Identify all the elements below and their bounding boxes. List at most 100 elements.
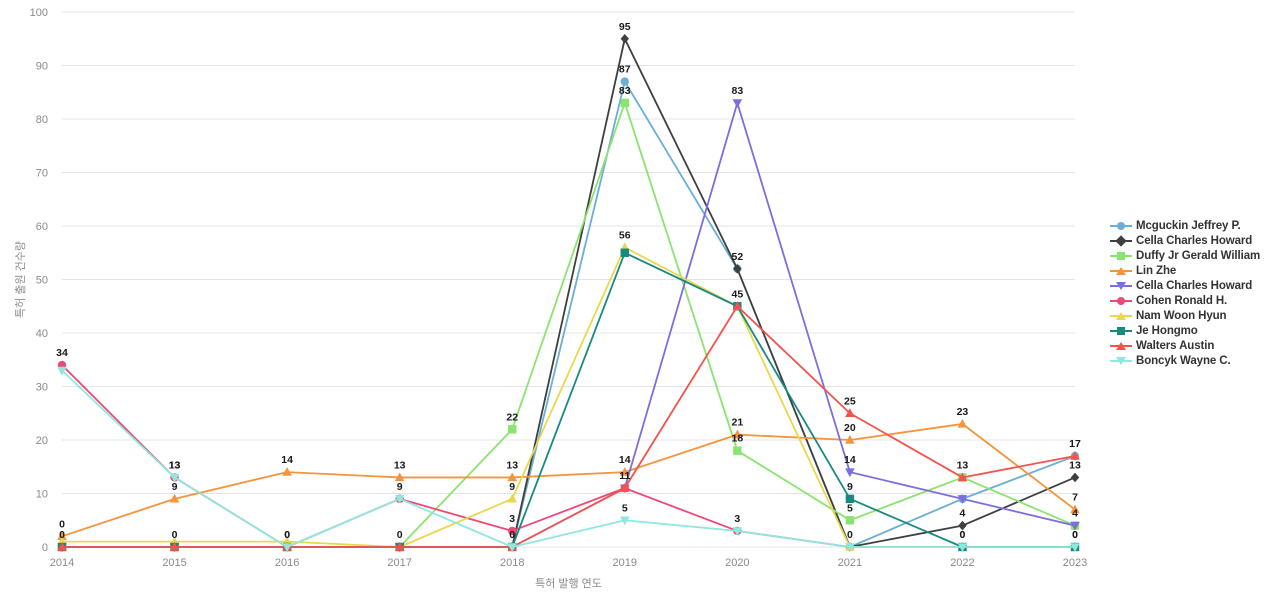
data-point-marker xyxy=(620,98,629,108)
series-line xyxy=(61,102,1076,548)
legend-swatch-icon xyxy=(1110,263,1132,278)
y-tick-label: 30 xyxy=(36,382,48,394)
data-point-label: 45 xyxy=(731,288,743,300)
chart-legend: Mcguckin Jeffrey P. Cella Charles Howard D… xyxy=(1110,218,1278,368)
data-point-label: 34 xyxy=(56,347,68,359)
data-point-label: 20 xyxy=(844,422,856,434)
data-point-label: 18 xyxy=(731,433,743,445)
data-point-label: 21 xyxy=(731,417,743,429)
data-point-label: 13 xyxy=(506,459,518,471)
series-9 xyxy=(57,366,1080,552)
legend-item-label: Duffy Jr Gerald William xyxy=(1136,249,1261,262)
data-point-label: 9 xyxy=(847,481,853,493)
data-point-label: 14 xyxy=(281,454,293,466)
data-point-marker xyxy=(845,516,855,525)
data-point-label: 4 xyxy=(960,508,966,520)
data-point-marker xyxy=(1070,472,1080,483)
y-tick-label: 20 xyxy=(36,435,48,447)
legend-item-label: Cella Charles Howard xyxy=(1136,234,1253,247)
legend-swatch-icon xyxy=(1110,248,1132,263)
legend-swatch-icon xyxy=(1110,323,1132,338)
x-tick-label: 2022 xyxy=(950,557,974,569)
legend-item[interactable]: Boncyk Wayne C. xyxy=(1110,353,1278,368)
y-axis-title: 특허 출원 건수량 xyxy=(14,241,27,318)
data-point-label: 83 xyxy=(731,85,743,97)
data-point-label: 95 xyxy=(619,21,631,33)
data-point-label: 4 xyxy=(1072,508,1078,520)
data-point-label: 0 xyxy=(284,529,290,541)
data-point-label: 5 xyxy=(847,502,853,514)
y-tick-label: 60 xyxy=(36,221,48,233)
x-tick-label: 2014 xyxy=(50,557,74,569)
data-point-label: 0 xyxy=(847,529,853,541)
data-point-marker xyxy=(732,99,743,108)
legend-swatch-icon xyxy=(1110,278,1132,293)
legend-item[interactable]: Walters Austin xyxy=(1110,338,1278,353)
data-point-label: 13 xyxy=(957,459,969,471)
legend-item-label: Nam Woon Hyun xyxy=(1136,309,1227,322)
legend-swatch-icon xyxy=(1110,293,1132,308)
x-tick-label: 2019 xyxy=(613,557,637,569)
legend-item[interactable]: Duffy Jr Gerald William xyxy=(1110,248,1278,263)
legend-swatch-icon xyxy=(1110,338,1132,353)
series-line xyxy=(61,364,1076,548)
legend-item[interactable]: Cohen Ronald H. xyxy=(1110,293,1278,308)
legend-item-label: Je Hongmo xyxy=(1136,324,1198,337)
series-line xyxy=(61,369,1076,548)
series-line xyxy=(61,423,1076,538)
x-tick-label: 2018 xyxy=(500,557,524,569)
data-point-label: 17 xyxy=(1069,438,1081,450)
series-4 xyxy=(57,99,1080,552)
y-tick-label: 40 xyxy=(36,328,48,340)
y-tick-label: 10 xyxy=(36,489,48,501)
legend-item[interactable]: Cella Charles Howard xyxy=(1110,233,1278,248)
data-point-label: 14 xyxy=(844,454,856,466)
series-8 xyxy=(57,301,1080,551)
legend-item[interactable]: Lin Zhe xyxy=(1110,263,1278,278)
legend-item-label: Cohen Ronald H. xyxy=(1136,294,1228,307)
data-point-marker xyxy=(957,418,968,428)
x-tick-label: 2017 xyxy=(387,557,411,569)
data-point-label: 3 xyxy=(509,513,515,525)
x-tick-label: 2023 xyxy=(1063,557,1087,569)
data-point-label: 0 xyxy=(960,529,966,541)
data-point-label: 9 xyxy=(509,481,515,493)
series-line xyxy=(61,305,1076,548)
legend-item[interactable]: Nam Woon Hyun xyxy=(1110,308,1278,323)
data-point-label: 14 xyxy=(619,454,631,466)
x-axis-title: 특허 발행 연도 xyxy=(535,577,602,590)
y-tick-label: 50 xyxy=(36,275,48,287)
data-point-label: 0 xyxy=(59,529,65,541)
legend-swatch-icon xyxy=(1110,353,1132,368)
data-point-label: 0 xyxy=(397,529,403,541)
data-point-label: 0 xyxy=(1072,529,1078,541)
legend-item[interactable]: Cella Charles Howard xyxy=(1110,278,1278,293)
data-point-marker xyxy=(508,425,517,434)
legend-swatch-icon xyxy=(1110,233,1132,248)
data-point-label: 11 xyxy=(619,470,630,482)
legend-item-label: Walters Austin xyxy=(1136,339,1215,352)
x-tick-label: 2020 xyxy=(725,557,749,569)
y-tick-label: 100 xyxy=(30,7,48,19)
series-3 xyxy=(57,418,1080,540)
x-tick-label: 2021 xyxy=(838,557,862,569)
chart-page: 0 10 20 30 40 50 60 70 80 90 100 2014 2015 2016 2017 20… xyxy=(0,0,1280,600)
data-point-label: 5 xyxy=(622,502,628,514)
data-point-label: 0 xyxy=(509,529,515,541)
data-point-marker xyxy=(733,446,742,455)
data-point-label: 87 xyxy=(619,64,631,76)
legend-item-label: Lin Zhe xyxy=(1136,264,1177,277)
series-0 xyxy=(57,77,1080,552)
series-line xyxy=(61,102,1076,548)
data-point-marker xyxy=(620,248,629,257)
legend-swatch-icon xyxy=(1110,308,1132,323)
data-point-label: 9 xyxy=(397,481,403,493)
legend-item[interactable]: Je Hongmo xyxy=(1110,323,1278,338)
legend-item-label: Mcguckin Jeffrey P. xyxy=(1136,219,1241,232)
legend-item[interactable]: Mcguckin Jeffrey P. xyxy=(1110,218,1278,233)
data-point-marker xyxy=(507,493,518,503)
data-point-label: 22 xyxy=(506,411,518,423)
data-point-label: 13 xyxy=(394,459,406,471)
y-tick-label: 70 xyxy=(36,168,48,180)
series-line xyxy=(61,80,1076,548)
